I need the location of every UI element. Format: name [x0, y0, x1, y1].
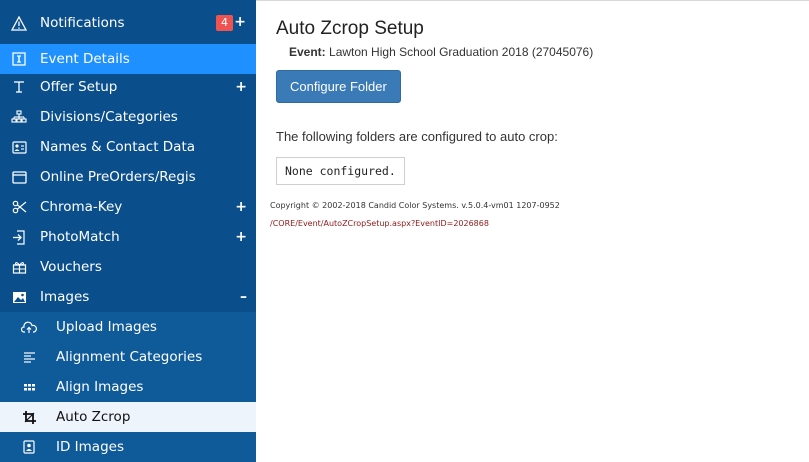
- collapse-minus-icon[interactable]: –: [240, 289, 247, 305]
- page-path-text: /CORE/Event/AutoZCropSetup.aspx?EventID=…: [270, 219, 489, 228]
- sidebar-item-divisions-categories[interactable]: Divisions/Categories: [0, 102, 256, 132]
- sidebar-item-auto-zcrop[interactable]: Auto Zcrop: [0, 402, 256, 432]
- sidebar-item-label: ID Images: [56, 439, 124, 455]
- gift-icon: [10, 258, 28, 276]
- notification-count-badge: 4: [216, 15, 233, 31]
- align-lines-icon: [20, 348, 38, 366]
- header-divider: [256, 0, 809, 1]
- id-badge-icon: [20, 438, 38, 456]
- sidebar-item-label: Vouchers: [40, 259, 102, 275]
- sidebar-item-label: Auto Zcrop: [56, 409, 131, 425]
- crop-icon: [20, 408, 38, 426]
- sidebar-item-label: Names & Contact Data: [40, 139, 196, 155]
- configure-folder-button[interactable]: Configure Folder: [276, 70, 401, 103]
- sidebar-item-label: Alignment Categories: [56, 349, 203, 365]
- page-title: Auto Zcrop Setup: [276, 18, 424, 39]
- configured-folders-list: None configured.: [276, 157, 405, 185]
- expand-plus-icon[interactable]: +: [235, 199, 247, 215]
- text-cursor-icon: [10, 78, 28, 96]
- sidebar-item-align-images[interactable]: Align Images: [0, 372, 256, 402]
- sidebar-item-photomatch[interactable]: PhotoMatch +: [0, 222, 256, 252]
- sidebar-item-online-preorders[interactable]: Online PreOrders/Regis: [0, 162, 256, 192]
- sidebar-item-label: Align Images: [56, 379, 144, 395]
- image-icon: [10, 288, 28, 306]
- warning-triangle-icon: [10, 14, 28, 32]
- expand-plus-icon[interactable]: +: [235, 79, 247, 95]
- sidebar-item-id-images[interactable]: ID Images: [0, 432, 256, 462]
- import-icon: [10, 228, 28, 246]
- sidebar-item-images[interactable]: Images –: [0, 282, 256, 312]
- sidebar-item-alignment-categories[interactable]: Alignment Categories: [0, 342, 256, 372]
- event-info: Event: Lawton High School Graduation 201…: [289, 45, 593, 59]
- configured-folders-label: The following folders are configured to …: [276, 129, 558, 144]
- sidebar-item-label: Offer Setup: [40, 79, 118, 95]
- sidebar-item-event-details[interactable]: Event Details: [0, 44, 256, 74]
- sidebar-item-label: Online PreOrders/Regis: [40, 169, 196, 185]
- event-label: Event:: [289, 45, 326, 59]
- sidebar-item-label: Notifications: [40, 15, 125, 31]
- sidebar-item-label: Event Details: [40, 51, 130, 67]
- sidebar-item-vouchers[interactable]: Vouchers: [0, 252, 256, 282]
- sidebar-item-notifications[interactable]: Notifications 4 +: [0, 0, 256, 44]
- contact-card-icon: [10, 138, 28, 156]
- org-chart-icon: [10, 108, 28, 126]
- sidebar-item-upload-images[interactable]: Upload Images: [0, 312, 256, 342]
- sidebar-item-offer-setup[interactable]: Offer Setup +: [0, 72, 256, 102]
- sidebar: Notifications 4 + Event Details Offer Se…: [0, 0, 256, 462]
- sidebar-item-label: Divisions/Categories: [40, 109, 178, 125]
- sidebar-item-names-contact-data[interactable]: Names & Contact Data: [0, 132, 256, 162]
- sidebar-item-chroma-key[interactable]: Chroma-Key +: [0, 192, 256, 222]
- sidebar-item-label: PhotoMatch: [40, 229, 120, 245]
- grid-dots-icon: [20, 378, 38, 396]
- scissors-icon: [10, 198, 28, 216]
- info-box-icon: [10, 50, 28, 68]
- sidebar-item-label: Images: [40, 289, 90, 305]
- cloud-upload-icon: [20, 318, 38, 336]
- sidebar-item-label: Upload Images: [56, 319, 157, 335]
- expand-plus-icon[interactable]: +: [235, 229, 247, 245]
- copyright-text: Copyright © 2002-2018 Candid Color Syste…: [270, 201, 560, 210]
- expand-plus-icon[interactable]: +: [234, 14, 246, 30]
- sidebar-item-label: Chroma-Key: [40, 199, 123, 215]
- event-name: Lawton High School Graduation 2018 (2704…: [329, 45, 594, 59]
- browser-window-icon: [10, 168, 28, 186]
